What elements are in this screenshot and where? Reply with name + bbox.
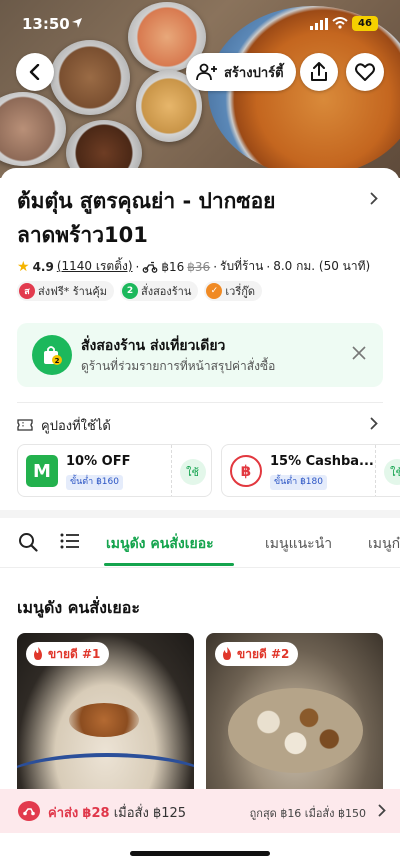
chevron-right-icon [370, 417, 378, 430]
free-delivery-icon: ส [19, 283, 35, 299]
restaurant-meta: ★ 4.9 (1140 เรตติ้ง) · ฿16 ฿36 · รับที่ร… [17, 257, 370, 276]
status-bar: 13:50 46 [0, 0, 400, 48]
badge-label: ขายดี #2 [237, 646, 290, 661]
coupon-ticket-icon [17, 419, 33, 431]
list-menu-icon[interactable] [60, 533, 80, 549]
coupons-header-label: คูปองที่ใช้ได้ [41, 418, 111, 434]
favorite-button[interactable] [346, 53, 384, 91]
divider [17, 402, 383, 403]
delivery-motorbike-icon [18, 801, 40, 821]
fee-label: ค่าส่ง [48, 806, 79, 821]
tab-popular-menu[interactable]: เมนูดัง คนสั่งเยอะ [106, 533, 214, 555]
tab-more-menu[interactable]: เมนูก๋ [368, 533, 400, 555]
promo-subtitle: ดูร้านที่ร่วมรายการที่หน้าสรุปค่าสั่งซื้… [81, 359, 276, 373]
section-separator [0, 510, 400, 518]
food-topping [69, 703, 139, 737]
create-party-button[interactable]: สร้างปาร์ตี้ [186, 53, 296, 91]
fire-icon [223, 647, 231, 660]
two-store-promo-banner[interactable]: 2 สั่งสองร้าน ส่งเที่ยวเดียว ดูร้านที่ร่… [17, 323, 383, 387]
fee-amount: ฿28 [82, 806, 110, 821]
coupon-use-area: ใช้ [171, 445, 211, 496]
delivery-fee: ฿16 [161, 259, 185, 274]
coupon-logo-icon: ฿ [230, 455, 262, 487]
coupon-logo-icon: M [26, 455, 58, 487]
chevron-left-icon [29, 64, 40, 80]
share-button[interactable] [300, 53, 338, 91]
back-button[interactable] [16, 53, 54, 91]
tag-very-good: ✓ เวรี่กู๊ด [204, 281, 263, 301]
restaurant-content: ต้มตุ๋น สูตรคุณย่า - ปากซอยลาดพร้าว101 ★… [0, 168, 400, 865]
cheapest-fee-text: ถูกสุด ฿16 เมื่อสั่ง ฿150 [249, 807, 366, 820]
tag-label: เวรี่กู๊ด [225, 285, 256, 298]
coupon-minimum: ขั้นต่ำ ฿180 [270, 475, 327, 490]
bestseller-badge: ขายดี #1 [26, 642, 110, 666]
chevron-right-icon [378, 804, 386, 817]
close-icon[interactable] [351, 345, 367, 361]
menu-item-card[interactable]: ขายดี #2 [206, 633, 383, 793]
bowl-rim [17, 753, 194, 793]
star-icon: ★ [17, 258, 30, 275]
add-people-icon [196, 63, 217, 81]
separator-dot: · [135, 259, 140, 274]
coupon-minimum: ขั้นต่ำ ฿160 [66, 475, 123, 490]
chevron-right-icon[interactable] [370, 192, 378, 205]
delivery-scooter-icon [143, 261, 158, 273]
bestseller-badge: ขายดี #2 [215, 642, 299, 666]
coupon-card[interactable]: M 10% OFF ขั้นต่ำ ฿160 ใช้ [17, 444, 212, 497]
separator-dot: · [213, 259, 218, 274]
tag-label: สั่งสองร้าน [141, 285, 192, 298]
very-good-icon: ✓ [206, 283, 223, 299]
coupon-use-area: ใช้ [375, 445, 400, 496]
coupon-title: 15% Cashba... [270, 454, 374, 469]
rating-value: 4.9 [32, 259, 54, 274]
coupons-header[interactable]: คูปองที่ใช้ได้ [17, 414, 383, 436]
battery-indicator: 46 [352, 16, 378, 31]
separator-dot: · [266, 259, 271, 274]
tag-label: ส่งฟรี* ร้านคุ้ม [38, 285, 107, 298]
pickup-label: รับที่ร้าน [220, 259, 264, 273]
coupon-card[interactable]: ฿ 15% Cashba... ขั้นต่ำ ฿180 ใช้ [221, 444, 400, 497]
food-crumbs [228, 688, 363, 773]
tag-free-delivery: ส ส่งฟรี* ร้านคุ้ม [17, 281, 114, 301]
delivery-fee-text: ค่าส่ง ฿28 เมื่อสั่ง ฿125 [48, 802, 186, 823]
active-tab-indicator [104, 563, 234, 566]
home-indicator [130, 851, 270, 856]
two-store-icon: 2 [122, 283, 138, 299]
signal-icon [310, 18, 328, 30]
coupon-use-button[interactable]: ใช้ [383, 458, 400, 485]
menu-item-card[interactable]: ขายดี #1 [17, 633, 194, 793]
shopping-bag-icon: 2 [32, 335, 72, 375]
delivery-fee-original: ฿36 [187, 259, 211, 274]
location-arrow-icon [72, 18, 82, 28]
section-title: เมนูดัง คนสั่งเยอะ [17, 598, 140, 617]
svg-text:2: 2 [55, 357, 60, 365]
tag-two-store: 2 สั่งสองร้าน [120, 281, 199, 301]
delivery-fee-bar[interactable]: ค่าส่ง ฿28 เมื่อสั่ง ฿125 ถูกสุด ฿16 เมื… [0, 789, 400, 833]
restaurant-name[interactable]: ต้มตุ๋น สูตรคุณย่า - ปากซอยลาดพร้าว101 [17, 184, 357, 252]
coupon-use-button[interactable]: ใช้ [179, 458, 206, 485]
coupon-title: 10% OFF [66, 454, 131, 469]
heart-icon [355, 63, 375, 81]
fee-condition: เมื่อสั่ง ฿125 [113, 806, 187, 821]
food-plate-meat [50, 40, 130, 115]
restaurant-tags: ส ส่งฟรี* ร้านคุ้ม 2 สั่งสองร้าน ✓ เวรี่… [17, 281, 263, 301]
menu-tabs: เมนูดัง คนสั่งเยอะ เมนูแนะนำ เมนูก๋ [0, 518, 400, 568]
fire-icon [34, 647, 42, 660]
rating-count-link[interactable]: (1140 เรตติ้ง) [57, 257, 133, 276]
food-plate-crumbs [0, 92, 66, 166]
promo-title: สั่งสองร้าน ส่งเที่ยวเดียว [81, 338, 226, 354]
tab-recommended-menu[interactable]: เมนูแนะนำ [265, 533, 332, 555]
wifi-icon [332, 17, 348, 29]
create-party-label: สร้างปาร์ตี้ [224, 65, 284, 81]
status-time: 13:50 [22, 15, 70, 33]
badge-label: ขายดี #1 [48, 646, 101, 661]
search-icon[interactable] [18, 532, 38, 552]
distance-time: 8.0 กม. (50 นาที) [273, 259, 371, 273]
share-icon [311, 62, 327, 81]
